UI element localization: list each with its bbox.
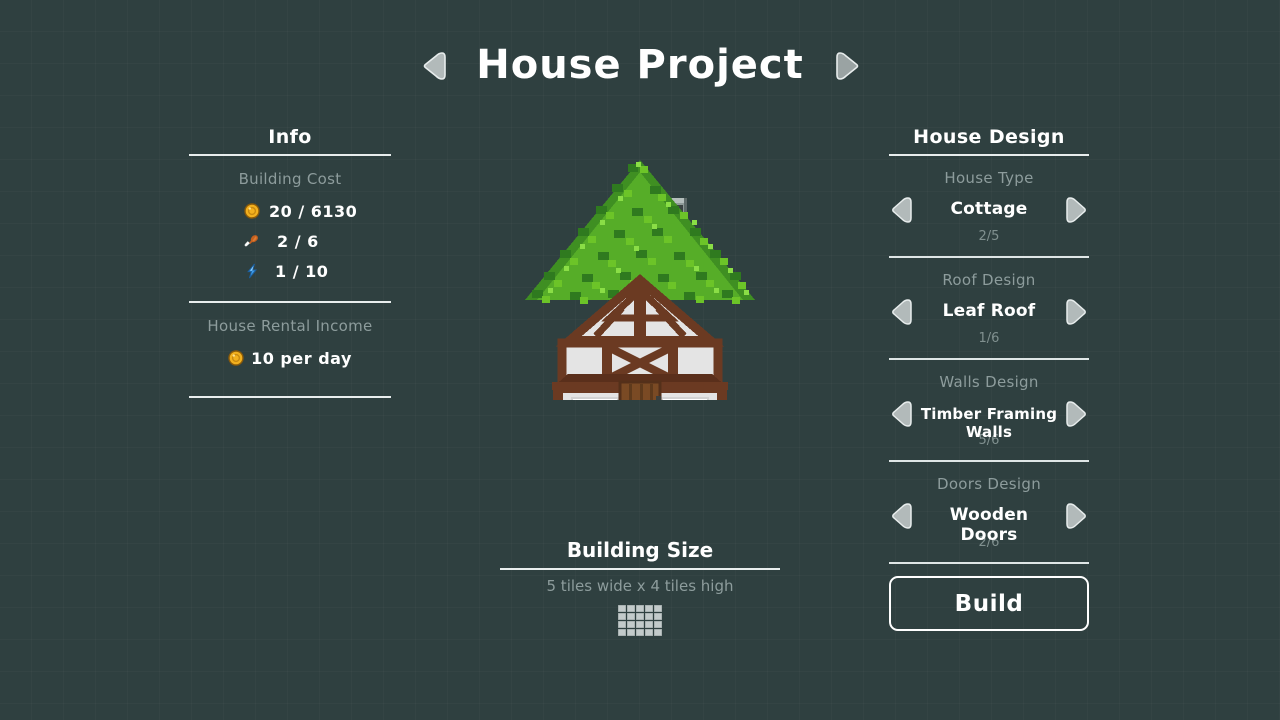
divider xyxy=(889,562,1089,564)
size-tile xyxy=(645,621,653,628)
size-tile xyxy=(618,613,626,620)
size-tile xyxy=(627,613,635,620)
roof-prev-button[interactable] xyxy=(889,297,915,327)
divider xyxy=(889,460,1089,462)
design-group-walls: Walls Design Timber Framing Walls 5/6 xyxy=(889,373,1089,448)
group-label: House Type xyxy=(944,169,1034,187)
energy-icon xyxy=(247,263,258,279)
right-arrow-icon xyxy=(1066,197,1086,223)
house-type-counter: 2/5 xyxy=(978,229,1000,244)
house-project-screen: House Project Info Building Cost 20 / 61… xyxy=(0,0,1280,720)
walls-value: Timber Framing Walls xyxy=(920,405,1058,441)
cost-value: 1 / 10 xyxy=(275,261,329,281)
size-tile xyxy=(654,605,662,612)
rental-income-row: 10 per day xyxy=(189,344,391,372)
size-tile xyxy=(627,629,635,636)
size-tile xyxy=(636,605,644,612)
walls-prev-button[interactable] xyxy=(889,399,915,429)
design-group-house-type: House Type Cottage 2/5 xyxy=(889,169,1089,244)
building-size-title: Building Size xyxy=(566,538,714,562)
right-arrow-icon xyxy=(1066,503,1086,529)
walls-next-button[interactable] xyxy=(1063,399,1089,429)
size-tile xyxy=(654,613,662,620)
size-tile xyxy=(627,621,635,628)
header: House Project xyxy=(0,34,1280,96)
cost-value: 20 / 6130 xyxy=(269,201,358,221)
size-tile xyxy=(618,621,626,628)
divider xyxy=(889,154,1089,156)
coin-icon xyxy=(244,203,260,219)
roof-next-button[interactable] xyxy=(1063,297,1089,327)
size-tile xyxy=(618,629,626,636)
divider xyxy=(189,301,391,303)
building-size-grid xyxy=(500,605,780,636)
size-tile xyxy=(636,613,644,620)
design-group-roof: Roof Design Leaf Roof 1/6 xyxy=(889,271,1089,346)
house-type-value: Cottage xyxy=(950,199,1028,219)
divider xyxy=(189,396,391,398)
left-arrow-icon xyxy=(892,401,912,427)
size-tile xyxy=(636,629,644,636)
left-arrow-icon xyxy=(892,503,912,529)
building-size-description: 5 tiles wide x 4 tiles high xyxy=(546,577,734,595)
building-size-section: Building Size 5 tiles wide x 4 tiles hig… xyxy=(500,538,780,636)
cost-row: 1 / 10 xyxy=(189,256,391,286)
group-label: Doors Design xyxy=(936,475,1042,493)
size-tile xyxy=(654,629,662,636)
size-tile xyxy=(645,605,653,612)
left-arrow-icon xyxy=(892,197,912,223)
build-button[interactable]: Build xyxy=(889,576,1089,631)
house-preview xyxy=(500,150,780,400)
size-tile xyxy=(636,621,644,628)
size-tile xyxy=(645,613,653,620)
doors-next-button[interactable] xyxy=(1063,501,1089,531)
food-icon xyxy=(244,235,258,247)
house-preview-image xyxy=(525,160,755,400)
size-tile xyxy=(618,605,626,612)
page-title: House Project xyxy=(476,42,804,88)
group-label: Walls Design xyxy=(939,373,1039,391)
coin-icon xyxy=(228,350,244,366)
roof-counter: 1/6 xyxy=(978,331,1000,346)
next-project-button[interactable] xyxy=(832,50,862,82)
divider xyxy=(500,568,780,570)
doors-prev-button[interactable] xyxy=(889,501,915,531)
right-arrow-icon xyxy=(836,52,859,80)
design-panel-title: House Design xyxy=(913,126,1065,148)
group-label: Roof Design xyxy=(942,271,1036,289)
building-cost-label: Building Cost xyxy=(238,170,342,188)
house-type-prev-button[interactable] xyxy=(889,195,915,225)
right-arrow-icon xyxy=(1066,401,1086,427)
cost-row: 20 / 6130 xyxy=(189,196,391,226)
cost-value: 2 / 6 xyxy=(277,231,319,251)
house-type-next-button[interactable] xyxy=(1063,195,1089,225)
divider xyxy=(889,358,1089,360)
cost-row: 2 / 6 xyxy=(189,226,391,256)
divider xyxy=(889,256,1089,258)
size-tile xyxy=(627,605,635,612)
size-tile xyxy=(645,629,653,636)
right-arrow-icon xyxy=(1066,299,1086,325)
rental-income-value: 10 per day xyxy=(251,348,352,368)
rental-income-label: House Rental Income xyxy=(207,317,373,335)
left-arrow-icon xyxy=(892,299,912,325)
divider xyxy=(189,154,391,156)
design-group-doors: Doors Design Wooden Doors 2/6 xyxy=(889,475,1089,550)
info-panel: Info Building Cost 20 / 6130 2 / 6 1 / 1… xyxy=(189,126,391,398)
info-panel-title: Info xyxy=(268,126,312,148)
house-design-panel: House Design House Type Cottage 2/5 Roof… xyxy=(889,126,1089,631)
doors-value: Wooden Doors xyxy=(949,505,1029,545)
size-tile xyxy=(654,621,662,628)
roof-value: Leaf Roof xyxy=(942,301,1036,321)
